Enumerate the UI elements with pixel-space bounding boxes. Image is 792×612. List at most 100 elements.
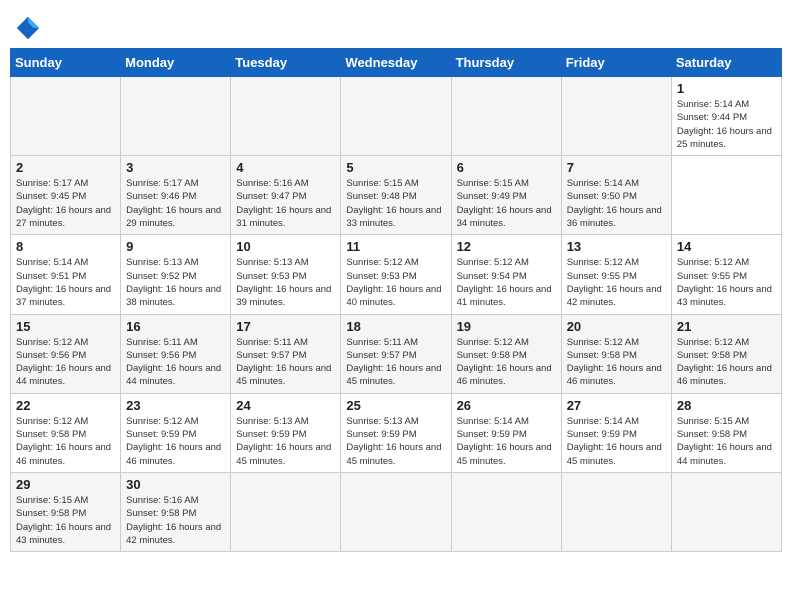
calendar-cell: 21 Sunrise: 5:12 AMSunset: 9:58 PMDaylig… [671,314,781,393]
day-info: Sunrise: 5:13 AMSunset: 9:59 PMDaylight:… [236,415,335,468]
day-number: 5 [346,160,445,175]
day-number: 25 [346,398,445,413]
empty-cell [121,77,231,156]
day-number: 30 [126,477,225,492]
day-info: Sunrise: 5:17 AMSunset: 9:45 PMDaylight:… [16,177,115,230]
day-info: Sunrise: 5:12 AMSunset: 9:58 PMDaylight:… [457,336,556,389]
day-number: 10 [236,239,335,254]
calendar-cell: 18 Sunrise: 5:11 AMSunset: 9:57 PMDaylig… [341,314,451,393]
day-info: Sunrise: 5:12 AMSunset: 9:58 PMDaylight:… [677,336,776,389]
day-number: 11 [346,239,445,254]
calendar-cell: 11 Sunrise: 5:12 AMSunset: 9:53 PMDaylig… [341,235,451,314]
day-number: 16 [126,319,225,334]
logo-icon [14,14,42,42]
calendar-cell: 28 Sunrise: 5:15 AMSunset: 9:58 PMDaylig… [671,393,781,472]
empty-cell [341,77,451,156]
calendar-cell: 13 Sunrise: 5:12 AMSunset: 9:55 PMDaylig… [561,235,671,314]
day-number: 14 [677,239,776,254]
day-number: 20 [567,319,666,334]
calendar-cell: 26 Sunrise: 5:14 AMSunset: 9:59 PMDaylig… [451,393,561,472]
day-info: Sunrise: 5:12 AMSunset: 9:53 PMDaylight:… [346,256,445,309]
empty-cell [561,77,671,156]
calendar-cell: 17 Sunrise: 5:11 AMSunset: 9:57 PMDaylig… [231,314,341,393]
day-number: 21 [677,319,776,334]
day-number: 3 [126,160,225,175]
calendar-cell [671,472,781,551]
day-info: Sunrise: 5:14 AMSunset: 9:50 PMDaylight:… [567,177,666,230]
calendar-cell: 20 Sunrise: 5:12 AMSunset: 9:58 PMDaylig… [561,314,671,393]
day-info: Sunrise: 5:13 AMSunset: 9:53 PMDaylight:… [236,256,335,309]
day-number: 15 [16,319,115,334]
day-info: Sunrise: 5:11 AMSunset: 9:56 PMDaylight:… [126,336,225,389]
calendar-cell [561,472,671,551]
day-info: Sunrise: 5:15 AMSunset: 9:49 PMDaylight:… [457,177,556,230]
calendar-cell: 3 Sunrise: 5:17 AMSunset: 9:46 PMDayligh… [121,156,231,235]
calendar-cell: 22 Sunrise: 5:12 AMSunset: 9:58 PMDaylig… [11,393,121,472]
weekday-header: Friday [561,49,671,77]
day-number: 22 [16,398,115,413]
calendar-cell: 24 Sunrise: 5:13 AMSunset: 9:59 PMDaylig… [231,393,341,472]
day-number: 6 [457,160,556,175]
day-number: 2 [16,160,115,175]
empty-cell [451,77,561,156]
calendar-cell: 4 Sunrise: 5:16 AMSunset: 9:47 PMDayligh… [231,156,341,235]
day-info: Sunrise: 5:12 AMSunset: 9:58 PMDaylight:… [16,415,115,468]
day-info: Sunrise: 5:12 AMSunset: 9:56 PMDaylight:… [16,336,115,389]
day-info: Sunrise: 5:12 AMSunset: 9:58 PMDaylight:… [567,336,666,389]
calendar-cell: 14 Sunrise: 5:12 AMSunset: 9:55 PMDaylig… [671,235,781,314]
calendar-cell: 2 Sunrise: 5:17 AMSunset: 9:45 PMDayligh… [11,156,121,235]
day-info: Sunrise: 5:12 AMSunset: 9:55 PMDaylight:… [567,256,666,309]
day-number: 7 [567,160,666,175]
day-number: 9 [126,239,225,254]
calendar-cell: 5 Sunrise: 5:15 AMSunset: 9:48 PMDayligh… [341,156,451,235]
day-info: Sunrise: 5:14 AMSunset: 9:59 PMDaylight:… [567,415,666,468]
calendar-cell: 19 Sunrise: 5:12 AMSunset: 9:58 PMDaylig… [451,314,561,393]
logo [14,14,46,42]
calendar-cell: 8 Sunrise: 5:14 AMSunset: 9:51 PMDayligh… [11,235,121,314]
day-number: 24 [236,398,335,413]
day-info: Sunrise: 5:15 AMSunset: 9:58 PMDaylight:… [16,494,115,547]
day-number: 4 [236,160,335,175]
day-number: 17 [236,319,335,334]
calendar-cell: 12 Sunrise: 5:12 AMSunset: 9:54 PMDaylig… [451,235,561,314]
day-info: Sunrise: 5:12 AMSunset: 9:54 PMDaylight:… [457,256,556,309]
day-info: Sunrise: 5:16 AMSunset: 9:47 PMDaylight:… [236,177,335,230]
weekday-header: Tuesday [231,49,341,77]
day-info: Sunrise: 5:12 AMSunset: 9:55 PMDaylight:… [677,256,776,309]
day-number: 23 [126,398,225,413]
calendar-cell: 27 Sunrise: 5:14 AMSunset: 9:59 PMDaylig… [561,393,671,472]
day-info: Sunrise: 5:14 AMSunset: 9:51 PMDaylight:… [16,256,115,309]
day-number: 28 [677,398,776,413]
calendar-cell: 16 Sunrise: 5:11 AMSunset: 9:56 PMDaylig… [121,314,231,393]
day-info: Sunrise: 5:11 AMSunset: 9:57 PMDaylight:… [346,336,445,389]
day-info: Sunrise: 5:16 AMSunset: 9:58 PMDaylight:… [126,494,225,547]
calendar-cell: 6 Sunrise: 5:15 AMSunset: 9:49 PMDayligh… [451,156,561,235]
calendar-cell [341,472,451,551]
calendar-cell: 30 Sunrise: 5:16 AMSunset: 9:58 PMDaylig… [121,472,231,551]
day-info: Sunrise: 5:17 AMSunset: 9:46 PMDaylight:… [126,177,225,230]
day-number: 8 [16,239,115,254]
weekday-header: Sunday [11,49,121,77]
day-number: 29 [16,477,115,492]
calendar-cell: 15 Sunrise: 5:12 AMSunset: 9:56 PMDaylig… [11,314,121,393]
day-number: 1 [677,81,776,96]
calendar-cell: 25 Sunrise: 5:13 AMSunset: 9:59 PMDaylig… [341,393,451,472]
day-number: 27 [567,398,666,413]
calendar-cell: 7 Sunrise: 5:14 AMSunset: 9:50 PMDayligh… [561,156,671,235]
day-number: 12 [457,239,556,254]
empty-cell [231,77,341,156]
day-info: Sunrise: 5:14 AMSunset: 9:44 PMDaylight:… [677,98,776,151]
weekday-header: Saturday [671,49,781,77]
calendar-cell: 9 Sunrise: 5:13 AMSunset: 9:52 PMDayligh… [121,235,231,314]
weekday-header: Thursday [451,49,561,77]
calendar-table: SundayMondayTuesdayWednesdayThursdayFrid… [10,48,782,552]
day-info: Sunrise: 5:13 AMSunset: 9:59 PMDaylight:… [346,415,445,468]
calendar-cell: 23 Sunrise: 5:12 AMSunset: 9:59 PMDaylig… [121,393,231,472]
day-info: Sunrise: 5:14 AMSunset: 9:59 PMDaylight:… [457,415,556,468]
day-info: Sunrise: 5:12 AMSunset: 9:59 PMDaylight:… [126,415,225,468]
calendar-cell: 10 Sunrise: 5:13 AMSunset: 9:53 PMDaylig… [231,235,341,314]
calendar-cell [451,472,561,551]
calendar-cell: 29 Sunrise: 5:15 AMSunset: 9:58 PMDaylig… [11,472,121,551]
weekday-header: Wednesday [341,49,451,77]
calendar-cell: 1 Sunrise: 5:14 AMSunset: 9:44 PMDayligh… [671,77,781,156]
